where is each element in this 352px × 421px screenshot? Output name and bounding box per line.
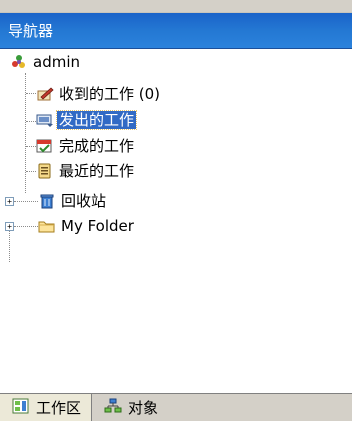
completed-icon (36, 137, 54, 155)
tree-node-label: My Folder (61, 217, 134, 235)
tab-objects[interactable]: 对象 (92, 394, 168, 421)
recycle-bin-icon (38, 192, 56, 210)
tree-node-received-work[interactable]: 收到的工作 (0) (36, 84, 162, 104)
folder-icon (38, 217, 56, 235)
tree-node-label: 收到的工作 (0) (59, 85, 161, 103)
tree-connector (14, 201, 38, 202)
recent-icon (36, 162, 54, 180)
tree-connector (26, 121, 36, 122)
tree-node-label: admin (33, 53, 80, 71)
tree-node-label: 完成的工作 (59, 137, 135, 155)
outbox-icon (36, 111, 54, 129)
tab-workspace[interactable]: 工作区 (0, 394, 93, 421)
tree-node-recent-work[interactable]: 最近的工作 (36, 161, 136, 181)
tree-node-my-folder[interactable]: My Folder (38, 216, 136, 236)
top-strip (0, 0, 352, 13)
user-group-icon (10, 53, 28, 71)
tree-node-label: 发出的工作 (55, 110, 138, 130)
panel-title: 导航器 (8, 22, 54, 40)
navigator-tree: admin 收到的工作 (0) 发出的工作 完成的工作 最近的工作 + 回收站 … (0, 52, 352, 377)
tree-node-recycle-bin[interactable]: 回收站 (38, 191, 108, 211)
tree-node-label: 回收站 (61, 192, 107, 210)
tab-objects-label: 对象 (128, 399, 159, 417)
tab-workspace-label: 工作区 (36, 399, 82, 417)
expand-toggle-recycle[interactable]: + (5, 197, 14, 206)
tree-node-sent-work[interactable]: 发出的工作 (36, 110, 138, 130)
tree-node-completed-work[interactable]: 完成的工作 (36, 136, 136, 156)
tree-node-admin[interactable]: admin (10, 52, 82, 72)
tree-connector (26, 93, 36, 94)
expand-toggle-my-folder[interactable]: + (5, 222, 14, 231)
navigator-panel: 导航器 admin 收到的工作 (0) 发出的工作 完成的工作 最近的工作 + … (0, 0, 352, 421)
workspace-icon (12, 398, 30, 418)
bottom-tab-bar: 工作区 对象 (0, 393, 352, 421)
panel-title-bar: 导航器 (0, 13, 352, 49)
tree-node-label: 最近的工作 (59, 162, 135, 180)
tree-connector (26, 146, 36, 147)
objects-icon (104, 398, 122, 418)
tree-connector (25, 73, 26, 193)
tree-connector (26, 171, 36, 172)
inbox-pen-icon (36, 85, 54, 103)
tree-connector (14, 226, 38, 227)
